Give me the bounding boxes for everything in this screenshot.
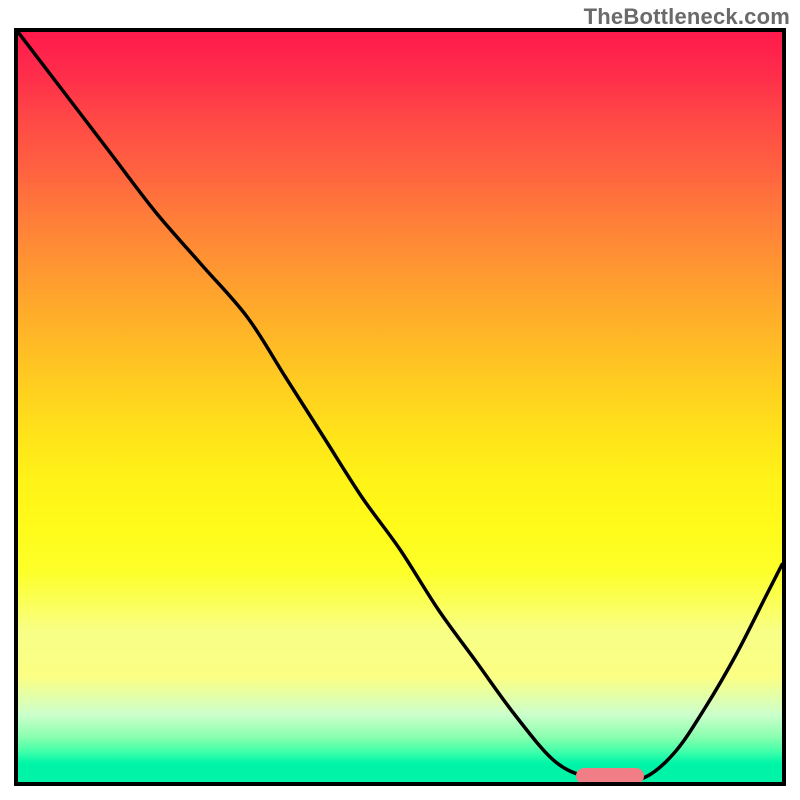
watermark-text: TheBottleneck.com	[584, 4, 790, 30]
optimal-range-marker	[576, 768, 645, 784]
chart-container: TheBottleneck.com	[0, 0, 800, 800]
chart-frame	[14, 28, 786, 786]
bottleneck-curve	[18, 32, 782, 782]
